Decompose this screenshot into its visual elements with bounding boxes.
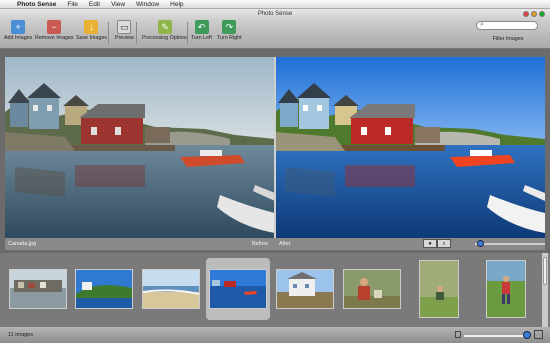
before-image	[5, 57, 275, 238]
app-window: Photo Sense + Add Images − Remove Images…	[0, 9, 550, 343]
window-controls	[523, 11, 545, 17]
zoom-window-button[interactable]	[539, 11, 545, 17]
thumbnail-item[interactable]	[340, 258, 404, 320]
toolbar-separator	[108, 22, 109, 44]
preview-icon: ▭	[117, 20, 132, 34]
menu-bar: Photo Sense File Edit View Window Help	[0, 0, 550, 9]
menu-app-name[interactable]: Photo Sense	[17, 1, 56, 8]
fit-view-icon[interactable]: ●	[423, 239, 437, 248]
after-image	[275, 57, 545, 238]
thumbnail-image	[343, 269, 401, 309]
preview-filename: Canada.jpg	[8, 241, 37, 247]
remove-images-icon: −	[47, 20, 62, 34]
menu-edit[interactable]: Edit	[89, 1, 100, 8]
minimize-window-button[interactable]	[531, 11, 537, 17]
zoom-slider-knob[interactable]	[477, 240, 484, 247]
toolbar-separator	[187, 22, 188, 44]
thumbnail-item[interactable]	[139, 258, 203, 320]
add-images-label: Add Images	[4, 35, 33, 41]
thumbnail-item[interactable]	[407, 258, 471, 320]
before-photo	[5, 57, 275, 238]
menu-view[interactable]: View	[111, 1, 125, 8]
window-title: Photo Sense	[257, 11, 293, 17]
thumbnail-photo	[277, 270, 333, 308]
rotate-right-icon: ↷	[222, 20, 237, 34]
after-label: After	[279, 241, 291, 247]
thumbnail-scrollbar[interactable]	[542, 253, 548, 327]
thumbnail-item-selected[interactable]	[206, 258, 270, 320]
before-after-divider[interactable]	[274, 57, 276, 238]
thumbnail-image	[486, 260, 526, 318]
thumbnail-scrollbar-knob[interactable]	[543, 257, 547, 285]
thumbnail-item[interactable]	[6, 258, 70, 320]
thumbnail-item[interactable]	[72, 258, 136, 320]
remove-images-button[interactable]: − Remove Images	[35, 20, 74, 41]
large-thumbnail-icon[interactable]	[534, 330, 543, 339]
preview-area	[5, 57, 545, 238]
filter-images-label: Filter Images	[492, 36, 524, 42]
thumbnail-item[interactable]	[474, 258, 538, 320]
before-label: Before	[252, 241, 269, 247]
image-count: 11 images	[8, 332, 33, 338]
zoom-icon[interactable]: ⌕	[437, 239, 451, 248]
preview-label: Preview	[115, 35, 134, 41]
preview-info-bar: Canada.jpg Before After ● ⌕	[5, 238, 545, 250]
menu-window[interactable]: Window	[136, 1, 159, 8]
add-images-button[interactable]: + Add Images	[4, 20, 32, 41]
view-mode-buttons: ● ⌕	[423, 239, 451, 248]
filter-images: ⌕ Filter Images	[476, 21, 540, 42]
thumbnail-photo	[76, 270, 132, 308]
menu-help[interactable]: Help	[170, 1, 183, 8]
thumbnail-image	[419, 260, 459, 318]
save-images-label: Save Images	[76, 35, 107, 41]
thumbnail-item[interactable]	[273, 258, 337, 320]
search-icon: ⌕	[480, 21, 484, 28]
small-thumbnail-icon[interactable]	[455, 331, 461, 338]
status-bar: 11 images	[0, 327, 550, 343]
thumbnail-photo	[143, 270, 199, 308]
preview-button[interactable]: ▭ Preview	[115, 20, 134, 41]
after-photo	[275, 57, 545, 238]
menu-file[interactable]: File	[67, 1, 77, 8]
zoom-slider[interactable]	[475, 243, 545, 245]
thumbnail-photo	[487, 261, 525, 317]
thumbnail-photo	[10, 270, 66, 308]
filter-images-input[interactable]: ⌕	[476, 21, 538, 30]
processing-options-button[interactable]: ✎ Processing Options	[142, 20, 188, 41]
toolbar-separator	[136, 22, 137, 44]
processing-options-icon: ✎	[157, 20, 172, 34]
thumbnail-strip	[0, 253, 550, 327]
save-images-icon: ↓	[84, 20, 99, 34]
thumbnail-image	[9, 269, 67, 309]
thumbnail-image	[142, 269, 200, 309]
turn-right-button[interactable]: ↷ Turn Right	[217, 20, 242, 41]
remove-images-label: Remove Images	[35, 35, 74, 41]
thumbnail-image	[75, 269, 133, 309]
thumbnail-size-slider[interactable]	[464, 335, 530, 337]
close-window-button[interactable]	[523, 11, 529, 17]
processing-options-label: Processing Options	[142, 35, 188, 41]
thumbnail-photo	[420, 261, 458, 317]
window-titlebar: Photo Sense	[0, 9, 550, 19]
thumbnail-photo	[210, 270, 266, 308]
thumbnail-size-knob[interactable]	[523, 331, 531, 339]
add-images-icon: +	[11, 20, 26, 34]
turn-right-label: Turn Right	[217, 35, 242, 41]
save-images-button[interactable]: ↓ Save Images	[76, 20, 107, 41]
turn-left-button[interactable]: ↶ Turn Left	[191, 20, 212, 41]
rotate-left-icon: ↶	[194, 20, 209, 34]
turn-left-label: Turn Left	[191, 35, 213, 41]
toolbar: + Add Images − Remove Images ↓ Save Imag…	[0, 19, 550, 49]
thumbnail-photo	[344, 270, 400, 308]
thumbnail-image	[209, 269, 267, 309]
thumbnail-image	[276, 269, 334, 309]
